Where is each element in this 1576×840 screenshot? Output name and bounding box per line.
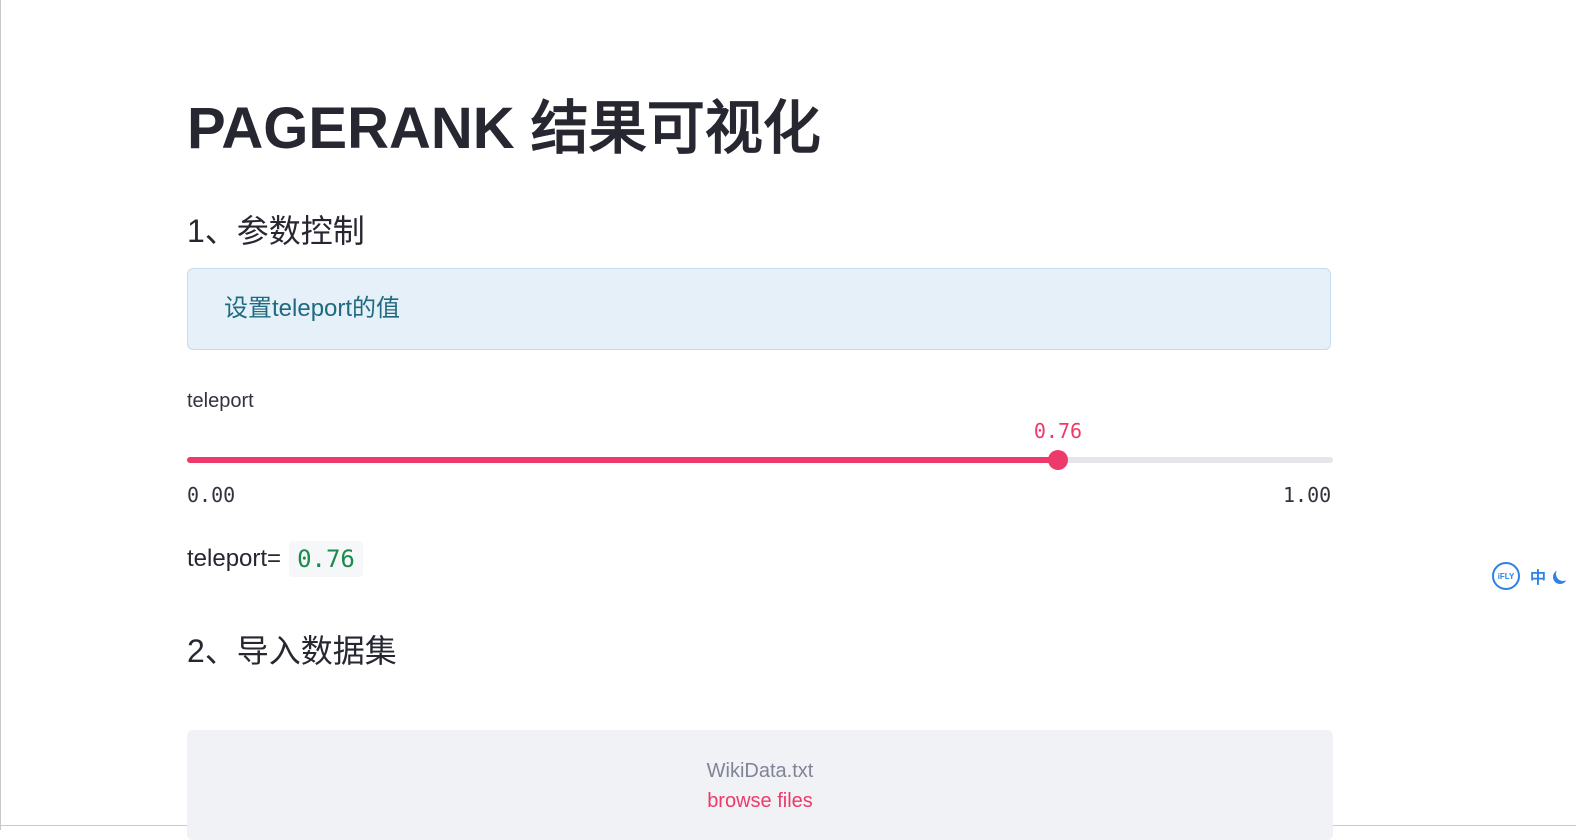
slider-min-label: 0.00 — [187, 483, 236, 507]
info-alert: 设置teleport的值 — [187, 268, 1331, 350]
ifly-input-widget[interactable]: iFLY 中 — [1490, 560, 1576, 592]
result-value: 0.76 — [289, 541, 363, 577]
ifly-language-toggle[interactable]: 中 — [1530, 564, 1546, 588]
page-title: PAGERANK 结果可视化 — [187, 96, 821, 161]
browse-files-button[interactable]: browse files — [187, 790, 1333, 813]
slider-thumb[interactable] — [1047, 450, 1068, 470]
file-uploader-dropzone[interactable]: WikiData.txt browse files — [187, 730, 1333, 840]
uploaded-file-name: WikiData.txt — [706, 760, 814, 782]
slider-current-value: 0.76 — [1033, 419, 1083, 443]
slider-label: teleport — [187, 390, 254, 412]
slider-fill — [187, 457, 1058, 463]
teleport-slider[interactable] — [187, 450, 1333, 470]
window-left-border — [0, 0, 1, 830]
moon-icon[interactable] — [1556, 567, 1570, 581]
section-title-dataset: 2、导入数据集 — [187, 633, 397, 669]
result-line: teleport= 0.76 — [187, 540, 363, 578]
section-title-parameters: 1、参数控制 — [187, 213, 365, 249]
info-alert-text: 设置teleport的值 — [224, 295, 401, 322]
ifly-logo-icon[interactable]: iFLY — [1492, 562, 1520, 590]
slider-max-label: 1.00 — [1283, 483, 1332, 507]
result-label: teleport= — [187, 545, 282, 572]
